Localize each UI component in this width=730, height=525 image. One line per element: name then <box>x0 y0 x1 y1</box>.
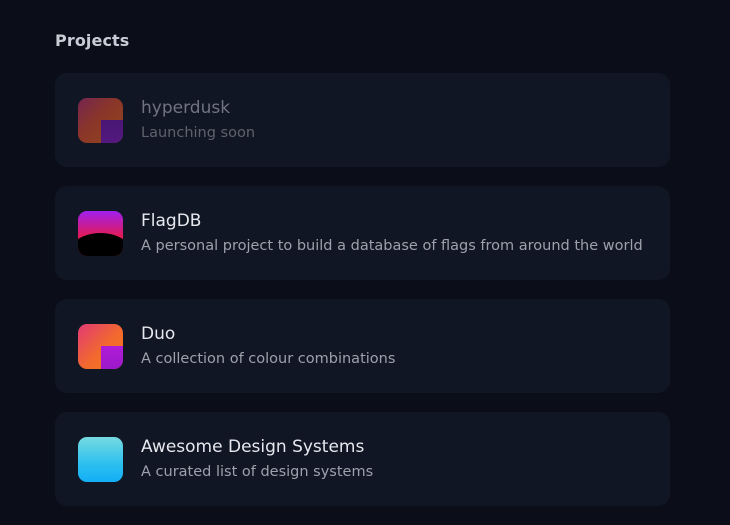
project-list: hyperdusk Launching soon FlagDB A person… <box>55 73 670 525</box>
project-card-awesome-design-systems[interactable]: Awesome Design Systems A curated list of… <box>55 412 670 506</box>
hyperdusk-logo-icon <box>78 98 123 143</box>
project-description: A curated list of design systems <box>141 464 374 480</box>
project-card-hyperdusk[interactable]: hyperdusk Launching soon <box>55 73 670 167</box>
project-title: hyperdusk <box>141 98 231 118</box>
project-title: Duo <box>141 324 176 344</box>
project-card-duo[interactable]: Duo A collection of colour combinations <box>55 299 670 393</box>
project-description: A personal project to build a database o… <box>141 238 643 254</box>
flagdb-logo-icon <box>78 211 123 256</box>
project-title: FlagDB <box>141 211 202 231</box>
project-description: A collection of colour combinations <box>141 351 396 367</box>
awesome-design-systems-logo-icon <box>78 437 123 482</box>
section-title: Projects <box>55 31 130 50</box>
project-description: Launching soon <box>141 125 256 141</box>
project-card-flagdb[interactable]: FlagDB A personal project to build a dat… <box>55 186 670 280</box>
duo-logo-icon <box>78 324 123 369</box>
project-title: Awesome Design Systems <box>141 437 365 457</box>
